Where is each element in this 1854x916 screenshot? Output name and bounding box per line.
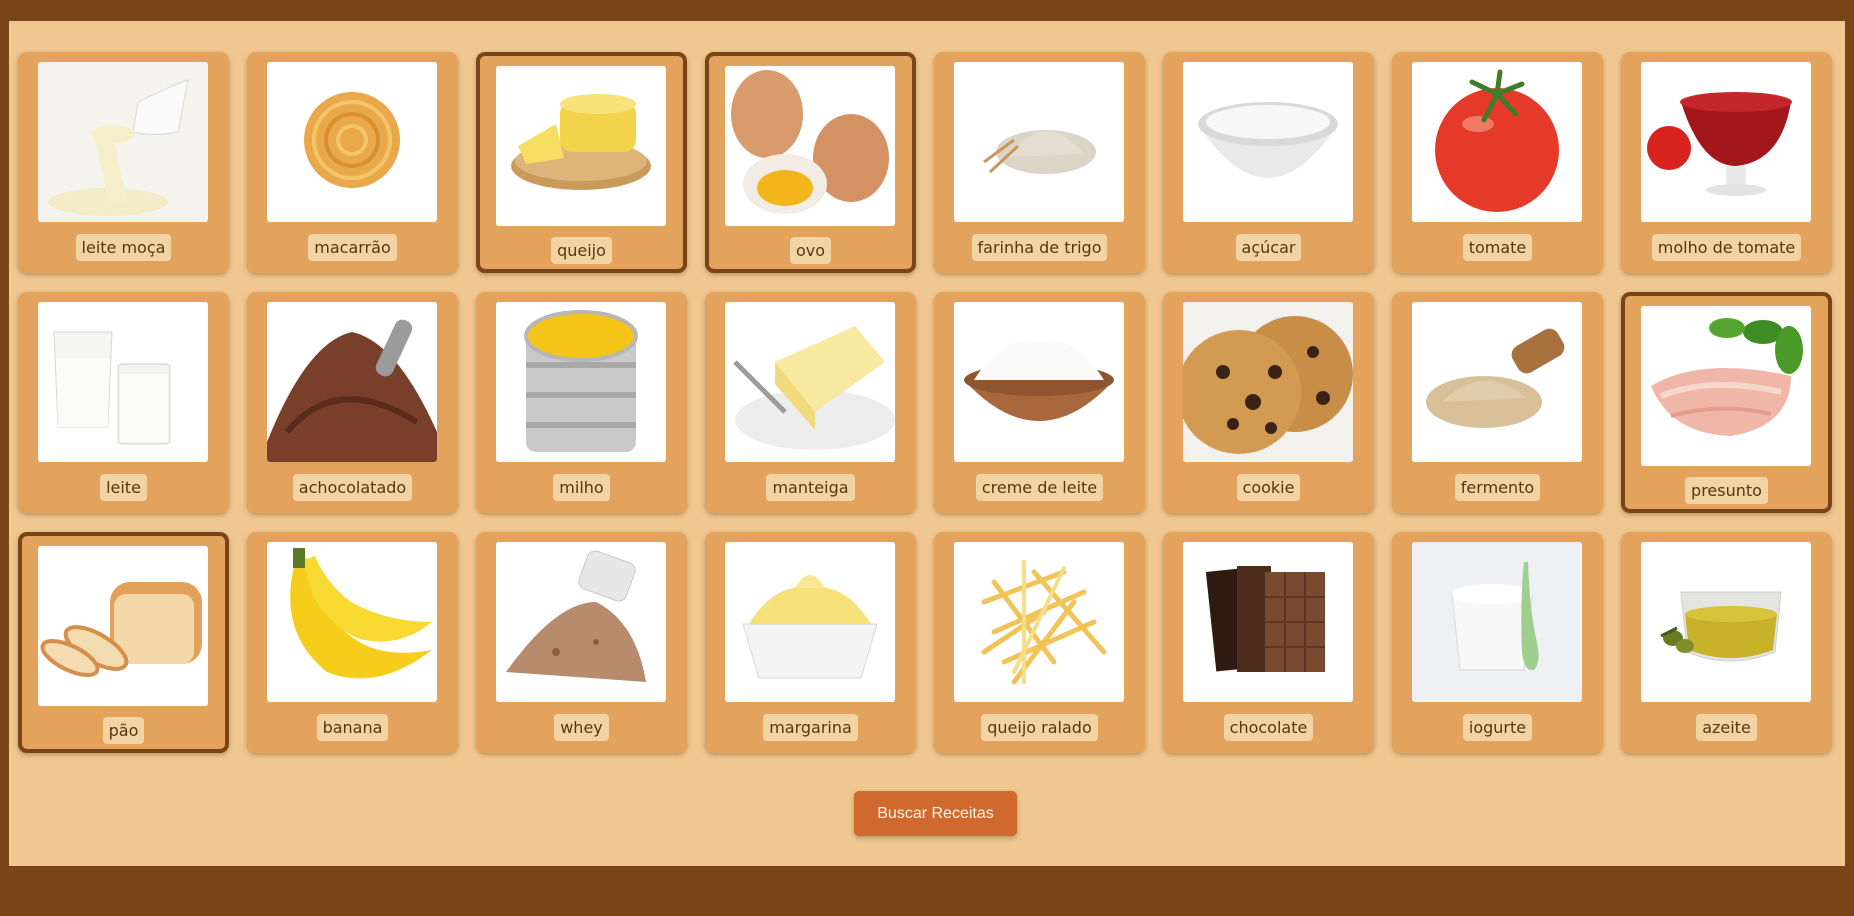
ingredient-label-wrap: farinha de trigo [936, 234, 1143, 261]
ingredient-card[interactable]: margarina [705, 532, 916, 753]
ingredient-label-wrap: achocolatado [249, 474, 456, 501]
ingredient-label: tomate [1462, 234, 1533, 261]
ingredient-card[interactable]: presunto [1621, 292, 1832, 513]
banana-icon [267, 542, 437, 702]
corn-icon [496, 302, 666, 462]
ingredient-label-wrap: molho de tomate [1623, 234, 1830, 261]
ingredient-label-wrap: leite [20, 474, 227, 501]
ham-icon [1641, 306, 1811, 466]
ingredient-card[interactable]: fermento [1392, 292, 1603, 513]
milk-icon [38, 302, 208, 462]
ingredient-label: presunto [1685, 477, 1768, 504]
ingredient-label-wrap: azeite [1623, 714, 1830, 741]
flour-icon [954, 62, 1124, 222]
ingredient-card[interactable]: whey [476, 532, 687, 753]
ingredient-card[interactable]: queijo ralado [934, 532, 1145, 753]
ingredient-label-wrap: whey [478, 714, 685, 741]
ingredient-card[interactable]: chocolate [1163, 532, 1374, 753]
ingredient-card[interactable]: ovo [705, 52, 916, 273]
ingredient-card[interactable]: queijo [476, 52, 687, 273]
ingredient-card[interactable]: achocolatado [247, 292, 458, 513]
ingredient-card[interactable]: molho de tomate [1621, 52, 1832, 273]
ingredient-label: farinha de trigo [971, 234, 1108, 261]
ingredient-label: cookie [1236, 474, 1301, 501]
ingredient-card[interactable]: cookie [1163, 292, 1374, 513]
ingredient-label-wrap: açúcar [1165, 234, 1372, 261]
tomato-icon [1412, 62, 1582, 222]
ingredient-label: molho de tomate [1651, 234, 1802, 261]
condensed-milk-icon [38, 62, 208, 222]
butter-icon [725, 302, 895, 462]
ingredient-label: margarina [763, 714, 858, 741]
ingredient-card[interactable]: banana [247, 532, 458, 753]
ingredient-card[interactable]: iogurte [1392, 532, 1603, 753]
yeast-icon [1412, 302, 1582, 462]
sugar-icon [1183, 62, 1353, 222]
ingredient-label-wrap: macarrão [249, 234, 456, 261]
ingredient-label: queijo [551, 237, 612, 264]
tomato-sauce-icon [1641, 62, 1811, 222]
chocolate-powder-icon [267, 302, 437, 462]
ingredient-label: achocolatado [292, 474, 413, 501]
ingredient-label-wrap: tomate [1394, 234, 1601, 261]
ingredient-card[interactable]: farinha de trigo [934, 52, 1145, 273]
ingredient-label: queijo ralado [981, 714, 1098, 741]
ingredient-label: manteiga [766, 474, 855, 501]
egg-icon [725, 66, 895, 226]
ingredient-label: creme de leite [975, 474, 1104, 501]
ingredient-label: whey [554, 714, 609, 741]
ingredient-label-wrap: milho [478, 474, 685, 501]
olive-oil-icon [1641, 542, 1811, 702]
ingredient-label: iogurte [1462, 714, 1533, 741]
ingredient-card[interactable]: pão [18, 532, 229, 753]
margarine-icon [725, 542, 895, 702]
ingredient-label: pão [102, 717, 145, 744]
ingredient-card[interactable]: manteiga [705, 292, 916, 513]
ingredient-label-wrap: queijo ralado [936, 714, 1143, 741]
ingredient-card[interactable]: azeite [1621, 532, 1832, 753]
ingredient-label-wrap: fermento [1394, 474, 1601, 501]
ingredient-label: fermento [1454, 474, 1541, 501]
ingredient-label: leite [100, 474, 147, 501]
ingredient-card[interactable]: milho [476, 292, 687, 513]
ingredient-label: banana [316, 714, 389, 741]
ingredient-label: açúcar [1235, 234, 1302, 261]
ingredient-card[interactable]: leite [18, 292, 229, 513]
ingredient-label-wrap: chocolate [1165, 714, 1372, 741]
ingredient-label: azeite [1696, 714, 1757, 741]
main-panel: leite moça macarrão queijo ovo farinha de tr… [9, 21, 1845, 866]
ingredient-label-wrap: pão [22, 717, 225, 744]
cheese-icon [496, 66, 666, 226]
ingredient-label-wrap: manteiga [707, 474, 914, 501]
ingredient-label-wrap: queijo [480, 237, 683, 264]
ingredient-card[interactable]: tomate [1392, 52, 1603, 273]
ingredient-label-wrap: presunto [1625, 477, 1828, 504]
ingredient-label-wrap: margarina [707, 714, 914, 741]
grated-cheese-icon [954, 542, 1124, 702]
pasta-icon [267, 62, 437, 222]
ingredient-label-wrap: creme de leite [936, 474, 1143, 501]
ingredient-label-wrap: iogurte [1394, 714, 1601, 741]
chocolate-bar-icon [1183, 542, 1353, 702]
ingredient-label: milho [553, 474, 610, 501]
ingredient-label: leite moça [75, 234, 172, 261]
ingredient-label-wrap: cookie [1165, 474, 1372, 501]
yogurt-icon [1412, 542, 1582, 702]
ingredient-label-wrap: leite moça [20, 234, 227, 261]
ingredient-label: chocolate [1223, 714, 1314, 741]
ingredient-card[interactable]: creme de leite [934, 292, 1145, 513]
ingredient-card[interactable]: açúcar [1163, 52, 1374, 273]
cookie-icon [1183, 302, 1353, 462]
ingredient-label-wrap: ovo [709, 237, 912, 264]
ingredient-grid: leite moça macarrão queijo ovo farinha de tr… [18, 52, 1832, 753]
whey-icon [496, 542, 666, 702]
ingredient-card[interactable]: macarrão [247, 52, 458, 273]
cream-icon [954, 302, 1124, 462]
ingredient-card[interactable]: leite moça [18, 52, 229, 273]
bread-icon [38, 546, 208, 706]
search-recipes-button[interactable]: Buscar Receitas [854, 791, 1017, 836]
ingredient-label-wrap: banana [249, 714, 456, 741]
ingredient-label: ovo [789, 237, 832, 264]
ingredient-label: macarrão [308, 234, 397, 261]
